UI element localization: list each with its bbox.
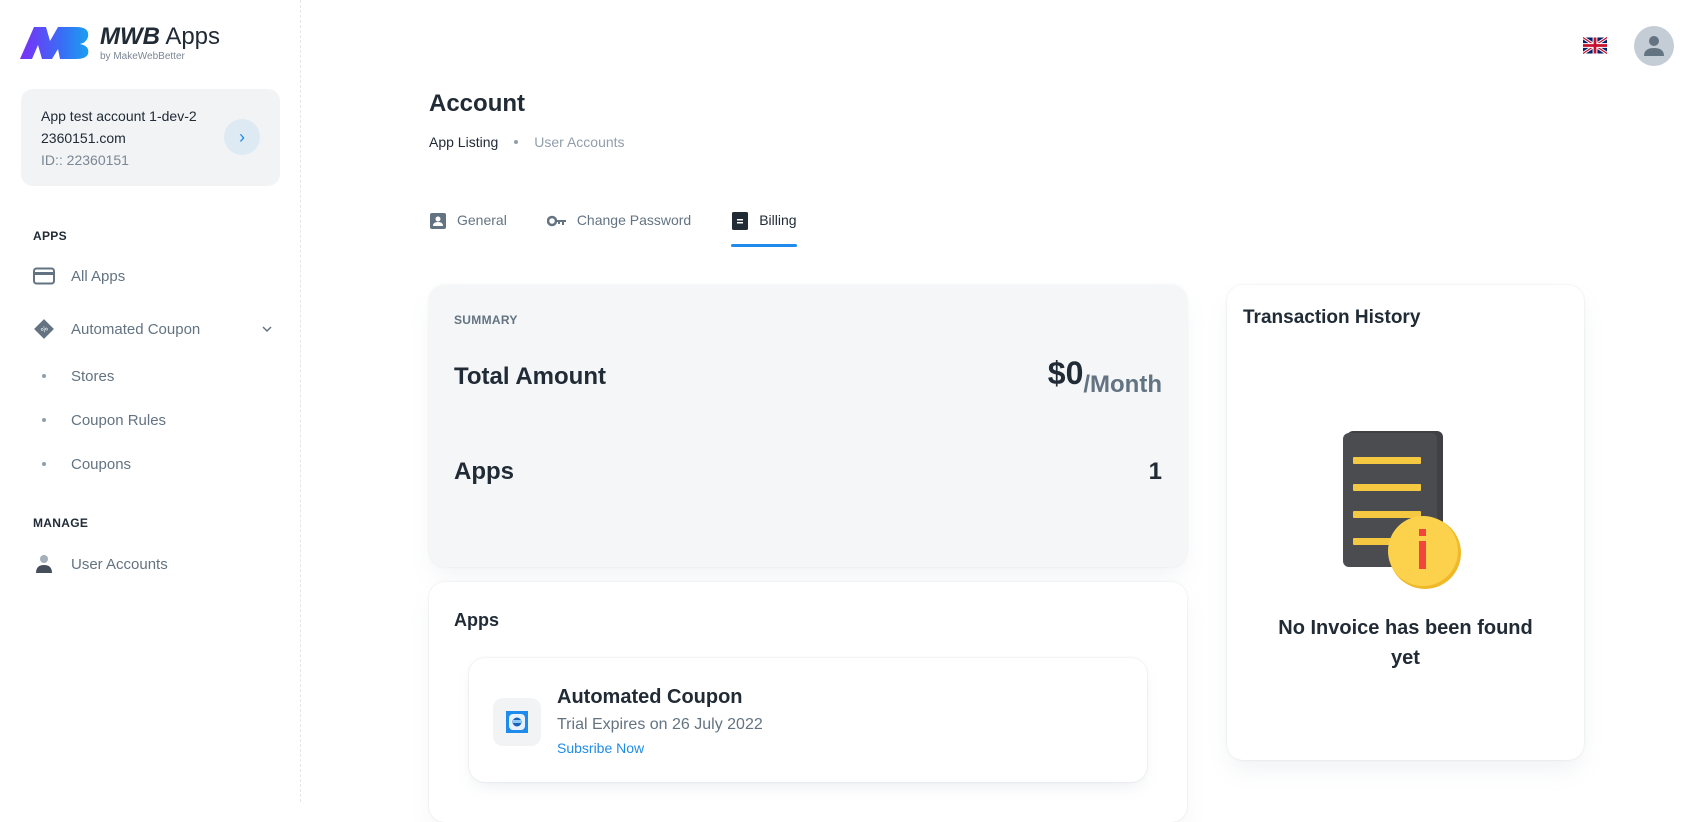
sidebar-item-user-accounts[interactable]: User Accounts bbox=[33, 552, 273, 576]
sidebar-item-coupons[interactable]: Coupons bbox=[33, 452, 273, 476]
tab-label: General bbox=[457, 212, 507, 228]
sidebar-item-label: Coupon Rules bbox=[71, 411, 167, 429]
language-flag-uk-icon[interactable] bbox=[1582, 36, 1608, 55]
no-invoice-document-icon bbox=[1343, 431, 1461, 589]
tab-general[interactable]: General bbox=[429, 210, 507, 247]
amount: $0 bbox=[1047, 355, 1084, 391]
billing-summary-card: SUMMARY Total Amount $0/Month Apps 1 bbox=[429, 285, 1187, 567]
breadcrumb-app-listing[interactable]: App Listing bbox=[429, 134, 498, 150]
breadcrumb-separator bbox=[514, 140, 519, 144]
user-icon bbox=[33, 553, 55, 575]
nav-section-apps: APPS bbox=[33, 229, 67, 243]
nav-section-manage: MANAGE bbox=[33, 516, 89, 530]
breadcrumb: App Listing User Accounts bbox=[429, 134, 625, 150]
receipt-icon bbox=[731, 212, 749, 230]
account-id: ID:: 22360151 bbox=[41, 152, 129, 168]
sidebar-item-label: User Accounts bbox=[71, 555, 168, 573]
transaction-history-card: Transaction History No Invoice has been … bbox=[1227, 285, 1584, 760]
user-avatar-icon bbox=[1644, 36, 1664, 56]
sidebar-item-all-apps[interactable]: All Apps bbox=[33, 264, 273, 288]
brand-logo[interactable]: MWB Apps by MakeWebBetter bbox=[20, 22, 220, 64]
automated-coupon-app-icon bbox=[493, 698, 541, 746]
total-amount-label: Total Amount bbox=[454, 363, 606, 390]
tab-label: Change Password bbox=[576, 212, 692, 228]
summary-label: SUMMARY bbox=[454, 313, 518, 327]
bullet-icon bbox=[33, 374, 55, 378]
app-list-item: Automated Coupon Trial Expires on 26 Jul… bbox=[469, 658, 1147, 782]
contact-card-icon bbox=[429, 212, 447, 230]
account-open-button[interactable]: › bbox=[224, 119, 260, 155]
account-name: App test account 1-dev-2 2360151.com bbox=[41, 108, 197, 146]
apps-card-title: Apps bbox=[454, 610, 499, 630]
no-invoice-message: No Invoice has been found yet bbox=[1278, 617, 1533, 669]
bullet-icon bbox=[33, 418, 55, 422]
sidebar-item-label: All Apps bbox=[71, 267, 126, 285]
page-title: Account bbox=[429, 90, 525, 117]
coupon-tag-icon: % bbox=[33, 318, 55, 340]
account-tabs: General Change Password Billing bbox=[429, 210, 837, 247]
bullet-icon bbox=[33, 462, 55, 466]
sidebar: MWB Apps by MakeWebBetter App test accou… bbox=[0, 0, 301, 802]
app-name: Automated Coupon bbox=[557, 686, 743, 708]
subscribe-now-link[interactable]: Subsribe Now bbox=[557, 740, 644, 756]
brand-subtitle: by MakeWebBetter bbox=[100, 51, 185, 62]
sidebar-item-stores[interactable]: Stores bbox=[33, 364, 273, 388]
tab-label: Billing bbox=[759, 212, 797, 228]
account-card: App test account 1-dev-2 2360151.com ID:… bbox=[21, 89, 280, 186]
brand-title: MWB Apps bbox=[100, 23, 221, 50]
total-amount-row: Total Amount $0/Month bbox=[454, 355, 1162, 398]
user-avatar-button[interactable] bbox=[1634, 26, 1674, 66]
chevron-down-icon[interactable] bbox=[261, 322, 273, 336]
app-trial-expiry: Trial Expires on 26 July 2022 bbox=[557, 716, 763, 733]
sidebar-item-automated-coupon[interactable]: % Automated Coupon bbox=[33, 317, 273, 341]
tab-change-password[interactable]: Change Password bbox=[546, 210, 692, 247]
chevron-right-icon: › bbox=[239, 126, 245, 147]
sidebar-item-label: Coupons bbox=[71, 455, 132, 473]
apps-count-row: Apps 1 bbox=[454, 458, 1162, 486]
key-icon bbox=[546, 212, 567, 230]
credit-card-icon bbox=[33, 265, 55, 287]
transaction-history-title: Transaction History bbox=[1243, 307, 1421, 328]
apps-card: Apps Automated Coupon Trial Expires on 2… bbox=[429, 582, 1187, 822]
sidebar-item-label: Automated Coupon bbox=[71, 320, 201, 338]
sidebar-item-label: Stores bbox=[71, 367, 115, 385]
breadcrumb-user-accounts: User Accounts bbox=[534, 134, 625, 150]
tab-billing[interactable]: Billing bbox=[731, 210, 797, 247]
mwb-logo-icon bbox=[20, 27, 89, 59]
total-amount-value: $0/Month bbox=[1047, 355, 1162, 398]
sidebar-item-coupon-rules[interactable]: Coupon Rules bbox=[33, 408, 273, 432]
apps-count-value: 1 bbox=[1148, 458, 1162, 485]
apps-count-label: Apps bbox=[454, 458, 514, 485]
billing-period: /Month bbox=[1083, 371, 1162, 398]
